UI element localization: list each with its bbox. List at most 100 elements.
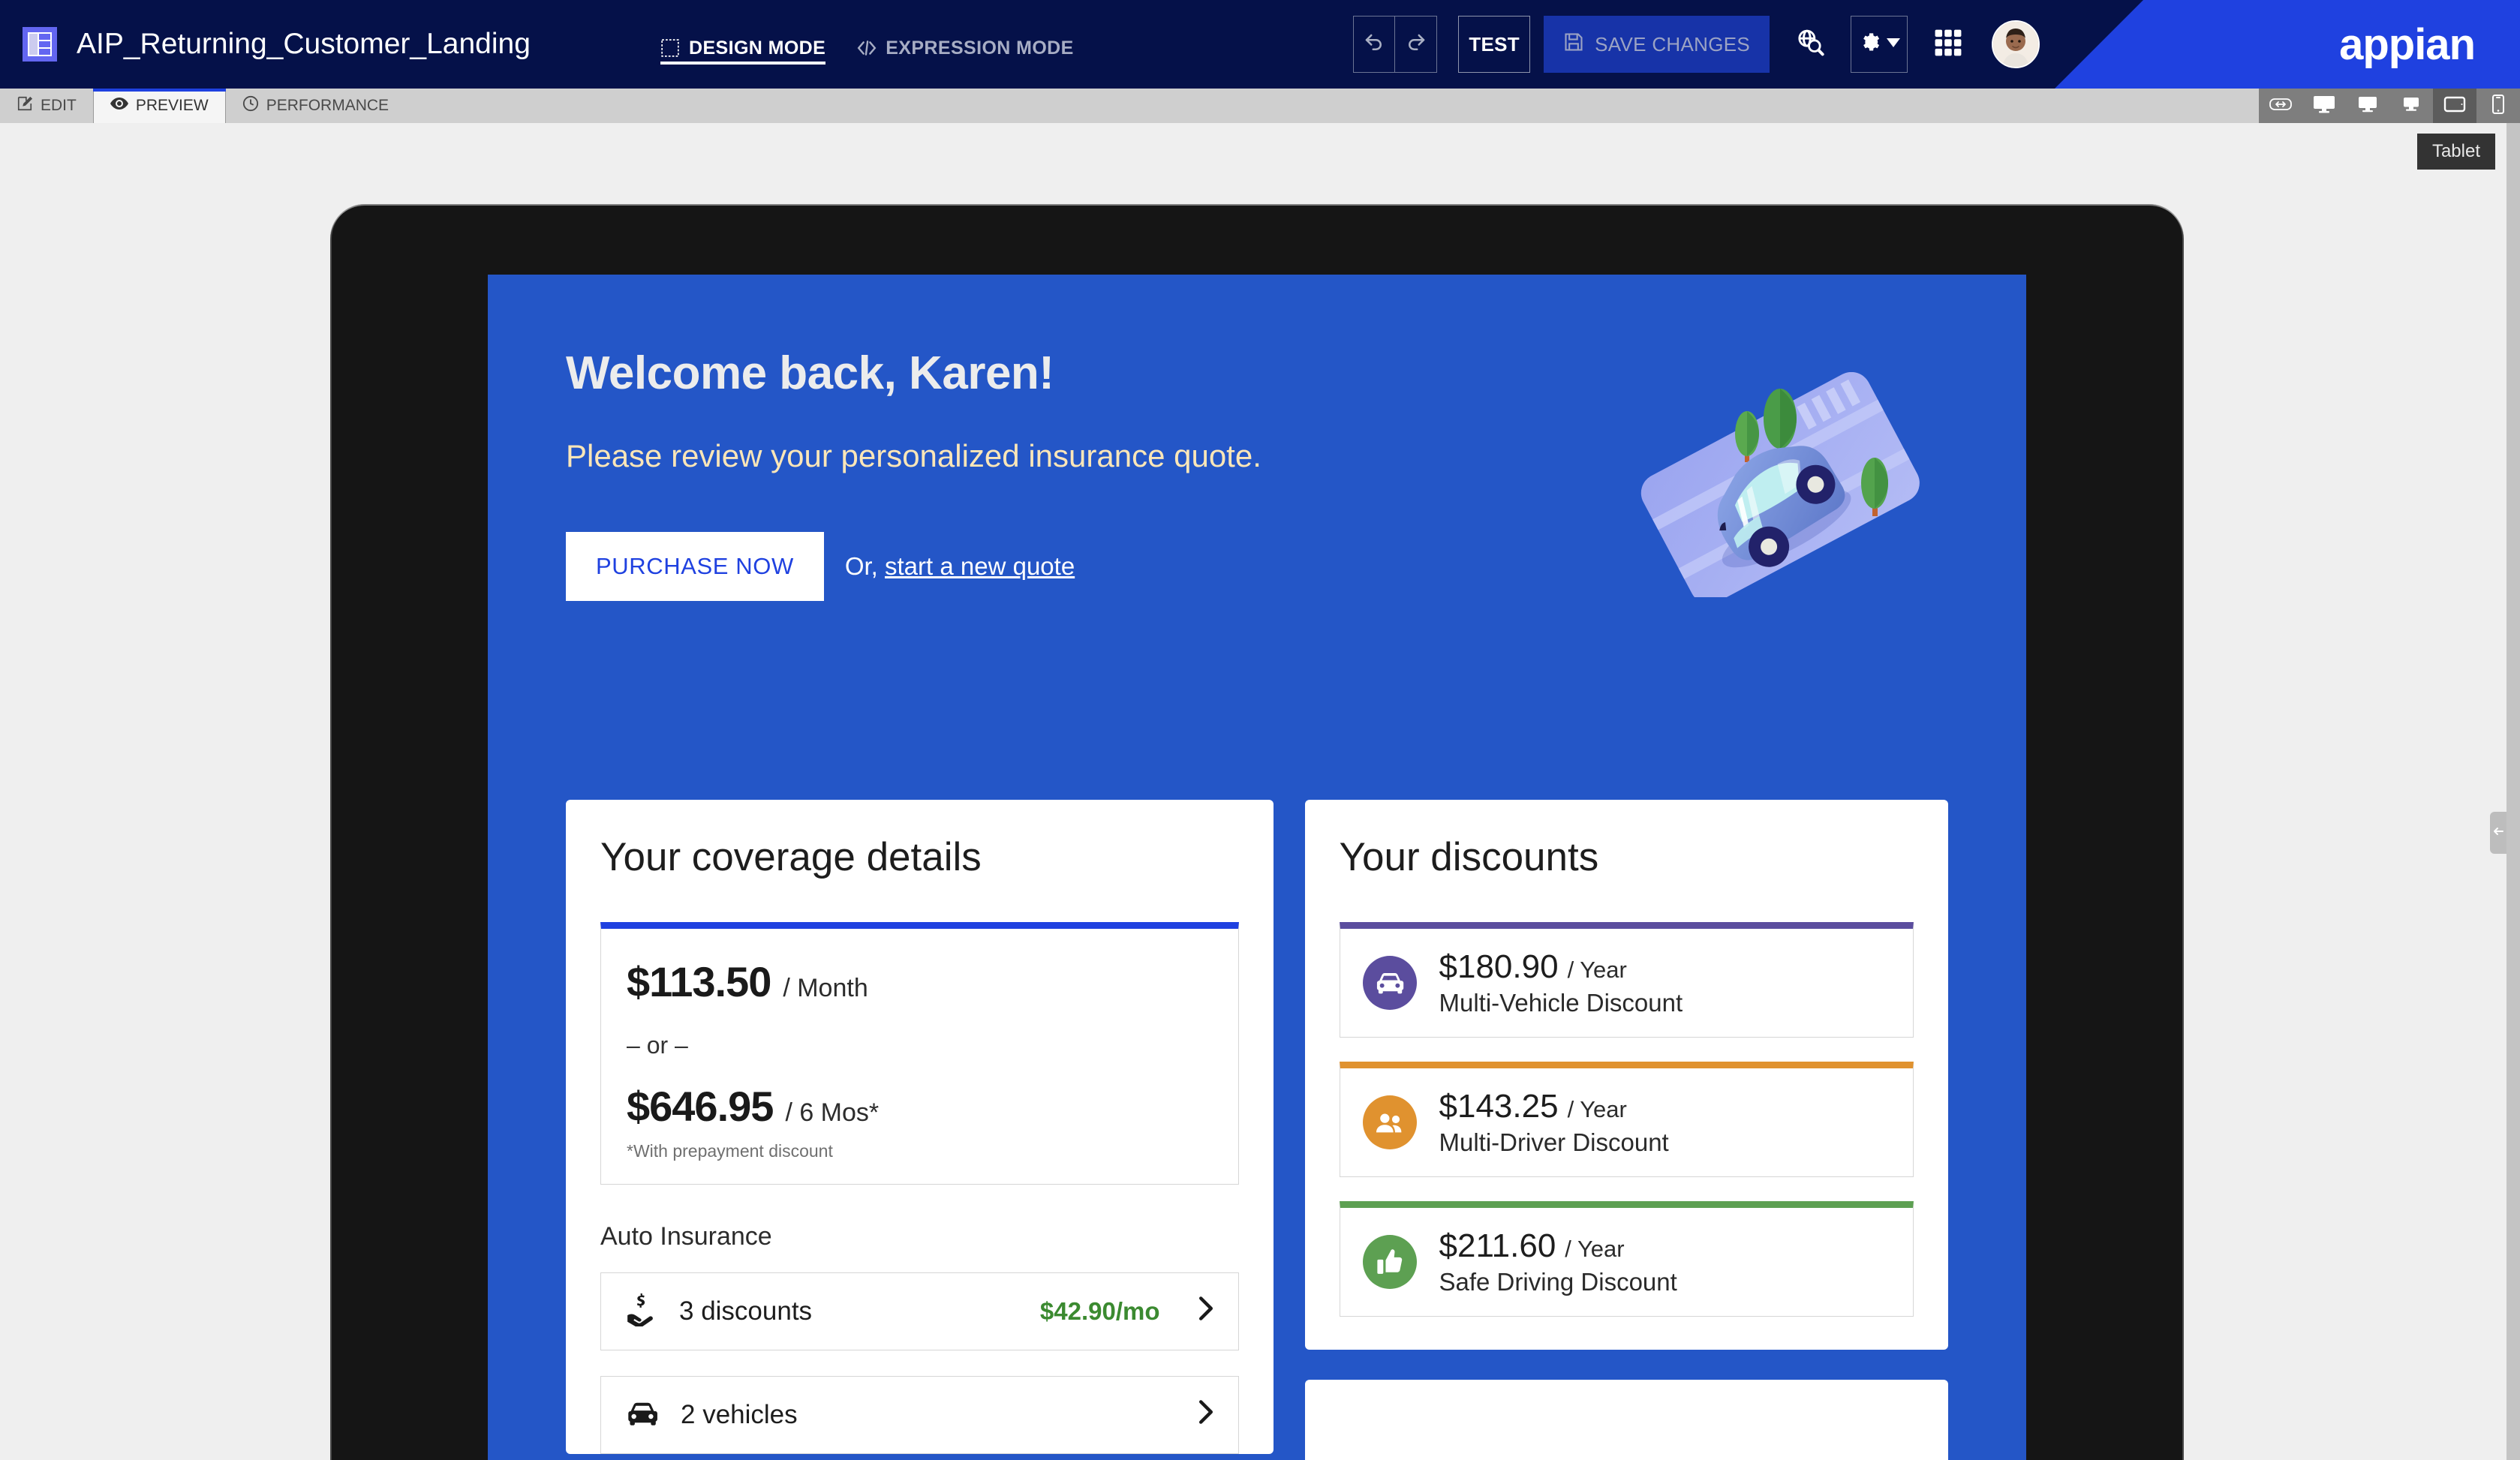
car-icon [1362, 956, 1417, 1010]
device-tablet[interactable] [2433, 89, 2476, 123]
tab-performance[interactable]: PERFORMANCE [226, 89, 405, 123]
start-new-quote-link[interactable]: start a new quote [885, 552, 1075, 580]
price-separator: – or – [627, 1032, 688, 1059]
device-desktop-medium[interactable] [2346, 89, 2389, 123]
undo-button[interactable] [1353, 16, 1396, 73]
discount-amount: $211.60 [1439, 1227, 1556, 1264]
coverage-details-card: Your coverage details $113.50 / Month – … [566, 800, 1274, 1454]
row-vehicles[interactable]: 2 vehicles [600, 1376, 1239, 1454]
save-changes-label: SAVE CHANGES [1595, 32, 1750, 56]
panel-collapse-handle[interactable] [2490, 812, 2506, 854]
monthly-price-unit: / Month [783, 974, 868, 1002]
discount-item[interactable]: $143.25 / Year Multi-Driver Discount [1339, 1062, 1914, 1177]
discounts-card-title: Your discounts [1339, 835, 1599, 879]
device-desktop-large[interactable] [2302, 89, 2346, 123]
device-tooltip: Tablet [2416, 134, 2495, 170]
tab-preview-label: PREVIEW [135, 97, 209, 114]
row-discounts[interactable]: 3 discounts $42.90/mo [600, 1272, 1239, 1350]
tab-design-mode-label: DESIGN MODE [689, 37, 826, 59]
discount-period: / Year [1567, 1096, 1627, 1122]
gear-icon [1858, 32, 1881, 58]
interface-search-button[interactable] [1786, 20, 1834, 68]
monitor-icon [2313, 95, 2335, 117]
settings-button[interactable] [1851, 16, 1908, 73]
clock-icon [242, 95, 259, 116]
sixmonth-price-unit: / 6 Mos* [785, 1098, 880, 1127]
tab-expression-mode-label: EXPRESSION MODE [886, 37, 1074, 59]
welcome-banner: Welcome back, Karen! Please review your … [488, 275, 2026, 800]
prepayment-note: *With prepayment discount [627, 1141, 833, 1161]
top-header-bar: appian AIP_Returning_Customer_Landing DE… [0, 0, 2520, 89]
tab-expression-mode[interactable]: EXPRESSION MODE [857, 0, 1074, 89]
welcome-heading: Welcome back, Karen! [566, 347, 1054, 399]
device-desktop-small[interactable] [2389, 89, 2433, 123]
device-phone[interactable] [2476, 89, 2520, 123]
or-prefix-label: Or, [844, 551, 886, 580]
auto-insurance-label: Auto Insurance [600, 1222, 772, 1251]
chevron-down-icon [1887, 38, 1900, 52]
vehicles-row-label: 2 vehicles [681, 1400, 798, 1429]
monthly-price: $113.50 [627, 958, 771, 1005]
discount-item[interactable]: $211.60 / Year Safe Driving Discount [1339, 1201, 1914, 1317]
price-summary-box: $113.50 / Month – or – $646.95 / 6 Mos* … [600, 922, 1239, 1185]
discount-name: Safe Driving Discount [1439, 1268, 1677, 1296]
sixmonth-price: $646.95 [627, 1083, 774, 1130]
discounts-row-label: 3 discounts [679, 1296, 813, 1326]
people-icon [1362, 1095, 1417, 1149]
avatar[interactable] [1992, 20, 2040, 68]
device-responsive-width[interactable] [2259, 89, 2302, 123]
start-new-quote-text: Or, start a new quote [845, 552, 1075, 581]
page-title: AIP_Returning_Customer_Landing [77, 28, 531, 60]
app-grid-icon [1934, 29, 1962, 61]
discount-name: Multi-Driver Discount [1439, 1128, 1669, 1156]
discounts-row-value: $42.90/mo [1039, 1297, 1160, 1325]
discount-item[interactable]: $180.90 / Year Multi-Vehicle Discount [1339, 922, 1914, 1038]
chevron-right-icon [1198, 1399, 1214, 1431]
purchase-now-button[interactable]: PURCHASE NOW [566, 531, 824, 601]
chevron-right-icon [1198, 1296, 1214, 1328]
discount-amount: $143.25 [1439, 1088, 1559, 1125]
discount-amount: $180.90 [1439, 948, 1559, 985]
thumbs-up-icon [1362, 1235, 1417, 1289]
interface-object-icon [23, 27, 57, 62]
preview-screen: Welcome back, Karen! Please review your … [488, 275, 2026, 1460]
banner-subtitle: Please review your personalized insuranc… [566, 438, 1262, 473]
header-toolbar: TEST SAVE CHANGES [1353, 0, 2040, 89]
document-brand: AIP_Returning_Customer_Landing [23, 27, 531, 62]
design-cursor-icon [660, 38, 680, 58]
discount-name: Multi-Vehicle Discount [1439, 989, 1683, 1017]
device-selector [2259, 89, 2520, 123]
app-grid-button[interactable] [1924, 20, 1972, 68]
arrow-left-icon [2492, 825, 2504, 841]
test-button[interactable]: TEST [1458, 16, 1531, 73]
tablet-device-frame: Welcome back, Karen! Please review your … [330, 204, 2184, 1460]
coverage-card-title: Your coverage details [600, 835, 982, 879]
right-panel-rail [2506, 123, 2520, 1460]
preview-toolbar: EDIT PREVIEW PERFORMANCE [0, 89, 2520, 123]
isometric-car-on-road-icon [1606, 371, 1951, 604]
discounts-card: Your discounts $180.90 / Year Multi-Vehi… [1304, 800, 1948, 1350]
undo-arrow-icon [1363, 32, 1385, 58]
tablet-icon [2443, 95, 2466, 117]
discount-period: / Year [1565, 1236, 1625, 1262]
hand-dollar-icon [625, 1293, 658, 1330]
monitor-icon [2358, 96, 2377, 116]
tab-edit[interactable]: EDIT [0, 89, 93, 123]
floppy-disk-icon [1563, 32, 1584, 58]
phone-icon [2492, 94, 2504, 118]
save-changes-button[interactable]: SAVE CHANGES [1544, 16, 1770, 73]
mode-switcher: DESIGN MODE EXPRESSION MODE [660, 0, 1074, 89]
globe-search-icon [1795, 28, 1825, 62]
tab-performance-label: PERFORMANCE [266, 97, 389, 114]
redo-button[interactable] [1395, 16, 1438, 73]
next-card-partial [1304, 1380, 1948, 1460]
arrows-horizontal-icon [2269, 97, 2292, 116]
car-front-icon [625, 1401, 660, 1430]
discount-period: / Year [1567, 957, 1627, 983]
appian-logo: appian [2339, 20, 2476, 69]
tab-preview[interactable]: PREVIEW [92, 89, 226, 123]
pencil-square-icon [17, 95, 33, 116]
monitor-icon [2403, 97, 2419, 116]
tab-design-mode[interactable]: DESIGN MODE [660, 0, 826, 89]
content-cards: Your coverage details $113.50 / Month – … [488, 800, 2026, 1460]
